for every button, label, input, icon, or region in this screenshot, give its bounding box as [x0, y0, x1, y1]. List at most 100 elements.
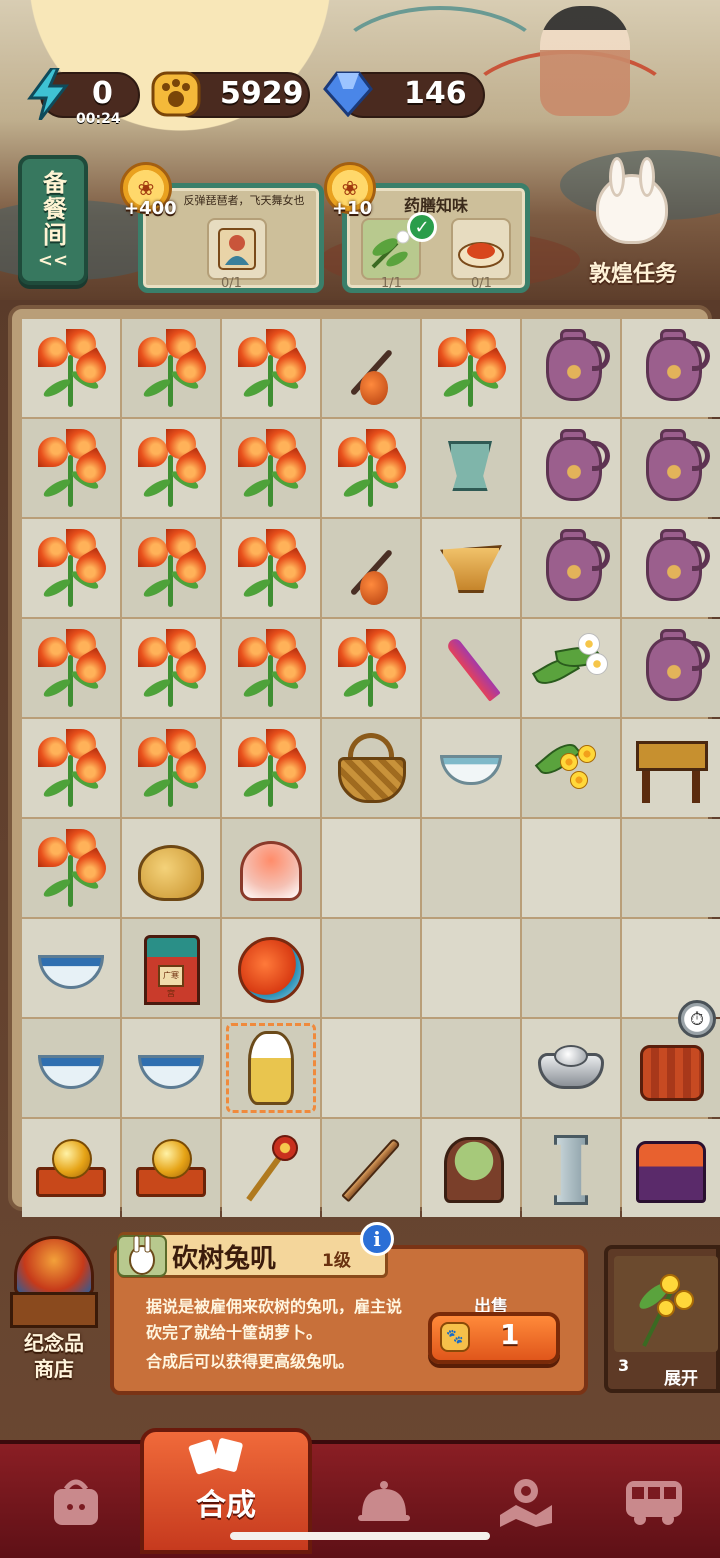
board-cell[interactable]	[322, 319, 420, 417]
board-cell[interactable]	[522, 719, 620, 817]
tree-icon[interactable]	[430, 1127, 512, 1209]
nav-bus-button[interactable]	[614, 1466, 694, 1536]
board-cell[interactable]	[322, 619, 420, 717]
drum-icon[interactable]	[630, 1027, 712, 1109]
board-cell[interactable]	[422, 719, 520, 817]
board-cell[interactable]	[522, 619, 620, 717]
board-cell[interactable]	[522, 919, 620, 1017]
board-cell[interactable]	[322, 519, 420, 617]
vase-icon[interactable]	[530, 327, 612, 409]
board-cell[interactable]	[522, 819, 620, 917]
board-cell[interactable]	[422, 1119, 520, 1217]
home-indicator[interactable]	[230, 1532, 490, 1540]
board-cell[interactable]	[222, 919, 320, 1017]
board-cell[interactable]	[122, 519, 220, 617]
gold-ball-icon[interactable]	[30, 1127, 112, 1209]
board-cell[interactable]	[22, 519, 120, 617]
gourd-icon[interactable]	[330, 327, 412, 409]
basket-icon[interactable]	[330, 727, 412, 809]
jue-icon[interactable]	[430, 527, 512, 609]
board-cell[interactable]	[522, 1119, 620, 1217]
lily-icon[interactable]	[30, 727, 112, 809]
koi-icon[interactable]	[230, 927, 312, 1009]
gate-icon[interactable]: 广寒宫	[130, 927, 212, 1009]
shrine-icon[interactable]	[630, 1127, 712, 1209]
board-cell[interactable]	[422, 819, 520, 917]
table-icon[interactable]	[630, 727, 712, 809]
board-cell[interactable]	[122, 319, 220, 417]
cup-icon[interactable]	[430, 427, 512, 509]
lily-icon[interactable]	[230, 727, 312, 809]
dunhuang-task-button[interactable]: 敦煌任务	[578, 157, 688, 288]
board-cell[interactable]	[322, 719, 420, 817]
lily-icon[interactable]	[130, 527, 212, 609]
lily-icon[interactable]	[130, 727, 212, 809]
lily-icon[interactable]	[230, 327, 312, 409]
yellow-flower-icon[interactable]	[530, 727, 612, 809]
board-cell[interactable]	[622, 719, 720, 817]
board-cell[interactable]	[22, 419, 120, 517]
toad-icon[interactable]	[130, 827, 212, 909]
board-cell[interactable]	[122, 619, 220, 717]
board-cell[interactable]	[422, 419, 520, 517]
board-cell[interactable]	[322, 1119, 420, 1217]
rocket-icon[interactable]	[430, 627, 512, 709]
board-cell[interactable]	[322, 1019, 420, 1117]
board-cell[interactable]	[622, 619, 720, 717]
info-icon[interactable]: i	[360, 1222, 394, 1256]
gold-ball-icon[interactable]	[130, 1127, 212, 1209]
board-cell[interactable]	[522, 1019, 620, 1117]
lily-icon[interactable]	[430, 327, 512, 409]
lily-icon[interactable]	[30, 327, 112, 409]
herb-icon[interactable]	[530, 627, 612, 709]
board-cell[interactable]	[122, 1019, 220, 1117]
vase-icon[interactable]	[530, 527, 612, 609]
board-cell[interactable]	[122, 719, 220, 817]
blue-bowl-icon[interactable]	[30, 1027, 112, 1109]
board-cell[interactable]	[222, 819, 320, 917]
board-cell[interactable]	[522, 319, 620, 417]
nav-map-button[interactable]	[486, 1466, 566, 1536]
board-cell[interactable]	[22, 619, 120, 717]
board-cell[interactable]	[222, 319, 320, 417]
plain-bowl-icon[interactable]	[430, 727, 512, 809]
board-cell[interactable]	[222, 1119, 320, 1217]
lily-icon[interactable]	[130, 627, 212, 709]
scepter-icon[interactable]	[230, 1127, 312, 1209]
board-cell[interactable]	[222, 1019, 320, 1117]
board-cell[interactable]	[422, 519, 520, 617]
souvenir-shop-button[interactable]: 纪念品 商店	[4, 1236, 104, 1386]
lily-icon[interactable]	[30, 527, 112, 609]
board-cell[interactable]	[22, 919, 120, 1017]
board-cell[interactable]	[322, 419, 420, 517]
board-cell[interactable]	[122, 819, 220, 917]
lily-icon[interactable]	[130, 327, 212, 409]
board-cell[interactable]	[622, 819, 720, 917]
board-cell[interactable]	[422, 619, 520, 717]
vase-icon[interactable]	[630, 327, 712, 409]
board-cell[interactable]	[22, 1119, 120, 1217]
board-cell[interactable]	[222, 719, 320, 817]
blue-bowl-icon[interactable]	[130, 1027, 212, 1109]
lily-icon[interactable]	[230, 527, 312, 609]
lily-icon[interactable]	[30, 427, 112, 509]
lotus-fish-icon[interactable]	[230, 827, 312, 909]
board-cell[interactable]	[222, 419, 320, 517]
board-cell[interactable]	[222, 619, 320, 717]
vase-icon[interactable]	[630, 427, 712, 509]
board-cell[interactable]	[622, 319, 720, 417]
nav-restaurant-button[interactable]	[344, 1466, 424, 1536]
stopwatch-icon[interactable]: ⏱	[678, 1000, 716, 1038]
board-cell[interactable]	[22, 319, 120, 417]
blue-bowl-icon[interactable]	[30, 927, 112, 1009]
board-cell[interactable]	[622, 519, 720, 617]
board-cell[interactable]	[622, 419, 720, 517]
board-cell[interactable]	[22, 819, 120, 917]
pillar-icon[interactable]	[530, 1127, 612, 1209]
board-cell[interactable]	[422, 919, 520, 1017]
vase-icon[interactable]	[530, 427, 612, 509]
lily-icon[interactable]	[230, 627, 312, 709]
board-cell[interactable]	[222, 519, 320, 617]
board-cell[interactable]	[422, 1019, 520, 1117]
sword-icon[interactable]	[330, 1127, 412, 1209]
